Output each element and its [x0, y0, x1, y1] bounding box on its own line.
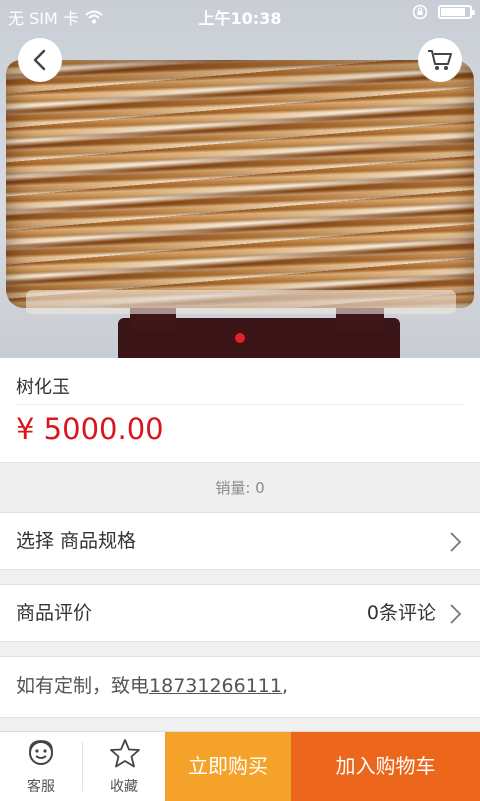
reviews-count: 0条评论 [366, 602, 436, 624]
phone-link[interactable]: 18731266111 [149, 675, 282, 697]
product-title: 树化玉 [16, 377, 70, 398]
customer-service-label: 客服 [27, 779, 55, 795]
divider [82, 742, 83, 791]
sales-count: 销量: 0 [0, 462, 480, 513]
favorite-label: 收藏 [110, 779, 138, 795]
custom-note-suffix: , [282, 675, 289, 697]
battery-icon [438, 5, 475, 19]
buy-now-button[interactable]: 立即购买 [165, 732, 291, 801]
favorite-button[interactable]: 收藏 [83, 732, 165, 801]
bottom-action-bar: 客服 收藏 立即购买 加入购物车 [0, 731, 480, 801]
chevron-right-icon [450, 532, 462, 552]
product-price: ¥ 5000.00 [16, 412, 164, 446]
reviews-row[interactable]: 商品评价 0条评论 [0, 584, 480, 642]
spec-select-row[interactable]: 选择 商品规格 [0, 512, 480, 570]
star-icon [110, 739, 140, 768]
chevron-left-icon [33, 49, 46, 71]
product-photo-edge [26, 290, 456, 314]
product-image-gallery[interactable] [0, 0, 480, 358]
cart-button[interactable] [418, 38, 462, 82]
product-info-card: 树化玉 ¥ 5000.00 [0, 358, 480, 462]
back-button[interactable] [18, 38, 62, 82]
rotation-lock-icon [412, 4, 428, 20]
add-to-cart-button[interactable]: 加入购物车 [291, 732, 480, 801]
customer-service-icon [29, 740, 53, 765]
status-bar: 无 SIM 卡 上午10:38 [0, 0, 480, 30]
custom-order-note: 如有定制，致电18731266111, [0, 656, 480, 718]
chevron-right-icon [450, 604, 462, 624]
reviews-label: 商品评价 [16, 602, 93, 624]
shopping-cart-icon [428, 50, 452, 70]
status-time: 上午10:38 [198, 9, 282, 28]
custom-note-prefix: 如有定制，致电 [16, 675, 150, 697]
customer-service-button[interactable]: 客服 [0, 732, 82, 801]
divider [16, 404, 464, 405]
gallery-indicator-dot[interactable] [235, 333, 245, 343]
spec-select-label: 选择 商品规格 [16, 530, 137, 552]
product-photo [6, 60, 474, 308]
